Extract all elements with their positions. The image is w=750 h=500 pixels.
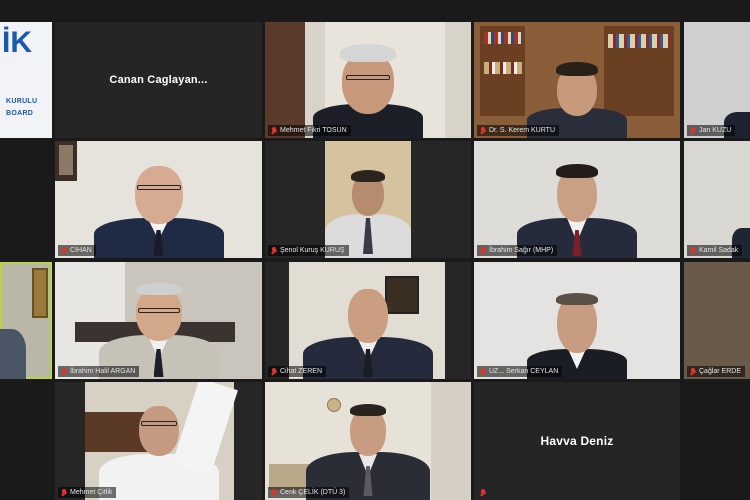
participant-name: Jan KUZU <box>699 127 732 134</box>
participant-name: Cihat ZEREN <box>280 368 323 375</box>
participant-name: UZ... Serkan CEYLAN <box>489 368 559 375</box>
video-tile-cihan[interactable]: CİHAN <box>55 141 262 258</box>
participant-name: CİHAN <box>70 247 92 254</box>
video-tile-serkan[interactable]: UZ... Serkan CEYLAN <box>474 262 680 379</box>
video-tile-jan[interactable]: Jan KUZU <box>684 22 750 138</box>
participant-name: Canan Caglayan... <box>109 74 208 86</box>
video-tile-cenk[interactable]: Cenk ÇELİK (DTÜ 3) <box>265 382 471 500</box>
participant-name: İbrahim Sağır (MHP) <box>489 247 554 254</box>
participant-nametag: CİHAN <box>58 245 96 256</box>
logo-subtitle-2: BOARD <box>6 110 34 117</box>
participant-nametag: Şenol Kuruş KURUŞ <box>268 245 349 256</box>
participant-name: Çağlar ERDE <box>699 368 742 375</box>
video-tile-cihat[interactable]: Cihat ZEREN <box>265 262 471 379</box>
video-tile-mehmet-citlik[interactable]: Mehmet Çitlik <box>55 382 262 500</box>
video-tile-logo[interactable]: İK KURULU BOARD <box>0 22 52 138</box>
mic-muted-icon <box>61 368 67 375</box>
video-tile-senol[interactable]: Şenol Kuruş KURUŞ <box>265 141 471 258</box>
video-tile-kerem[interactable]: Dr. S. Kerem KURTU <box>474 22 680 138</box>
mic-muted-icon <box>690 368 696 375</box>
participant-nametag: Cenk ÇELİK (DTÜ 3) <box>268 487 350 498</box>
mic-muted-icon <box>271 489 277 496</box>
video-tile-mehmet[interactable]: Mehmet Fikri TOSUN <box>265 22 471 138</box>
participant-nametag: Jan KUZU <box>687 125 736 136</box>
mic-muted-icon <box>480 368 486 375</box>
mic-muted-icon <box>690 247 696 254</box>
participant-name: Mehmet Çitlik <box>70 489 113 496</box>
logo-subtitle-1: KURULU <box>6 98 38 105</box>
participant-nametag: Mehmet Çitlik <box>58 487 117 498</box>
mic-muted-icon <box>61 247 67 254</box>
mic-muted-icon <box>61 489 67 496</box>
participant-nametag: Çağlar ERDE <box>687 366 746 377</box>
participant-name: Dr. S. Kerem KURTU <box>489 127 555 134</box>
mic-muted-icon <box>271 127 277 134</box>
mic-muted-icon <box>271 368 277 375</box>
participant-name: Şenol Kuruş KURUŞ <box>280 247 345 254</box>
organization-logo: İK <box>2 26 32 59</box>
participant-nametag: İbrahim Sağır (MHP) <box>477 245 558 256</box>
participant-nametag: İbrahim Halil ARGAN <box>58 366 140 377</box>
participant-nametag: Kamil Sadak <box>687 245 743 256</box>
participant-name: İbrahim Halil ARGAN <box>70 368 136 375</box>
video-tile-havva[interactable]: Havva Deniz <box>474 382 680 500</box>
participant-name: Kamil Sadak <box>699 247 739 254</box>
video-tile-ibrahim-sagir[interactable]: İbrahim Sağır (MHP) <box>474 141 680 258</box>
participant-name: Mehmet Fikri TOSUN <box>280 127 347 134</box>
video-tile-canan[interactable]: Canan Caglayan... <box>55 22 262 138</box>
participant-nametag: Dr. S. Kerem KURTU <box>477 125 559 136</box>
participant-nametag: Mehmet Fikri TOSUN <box>268 125 351 136</box>
participant-nametag <box>477 487 490 498</box>
mic-muted-icon <box>271 247 277 254</box>
mic-muted-icon <box>480 247 486 254</box>
participant-name: Havva Deniz <box>540 434 614 448</box>
video-tile-caglar[interactable]: Çağlar ERDE <box>684 262 750 379</box>
mic-muted-icon <box>480 127 486 134</box>
participant-nametag: UZ... Serkan CEYLAN <box>477 366 563 377</box>
mic-muted-icon <box>480 489 486 496</box>
participant-nametag: Cihat ZEREN <box>268 366 327 377</box>
video-tile-ibrahim-halil[interactable]: İbrahim Halil ARGAN <box>55 262 262 379</box>
participant-name: Cenk ÇELİK (DTÜ 3) <box>280 489 346 496</box>
video-tile-kamil[interactable]: Kamil Sadak <box>684 141 750 258</box>
video-tile-active-speaker[interactable] <box>0 262 52 379</box>
video-grid: İK KURULU BOARD Canan Caglayan... Mehmet… <box>0 0 750 500</box>
mic-muted-icon <box>690 127 696 134</box>
